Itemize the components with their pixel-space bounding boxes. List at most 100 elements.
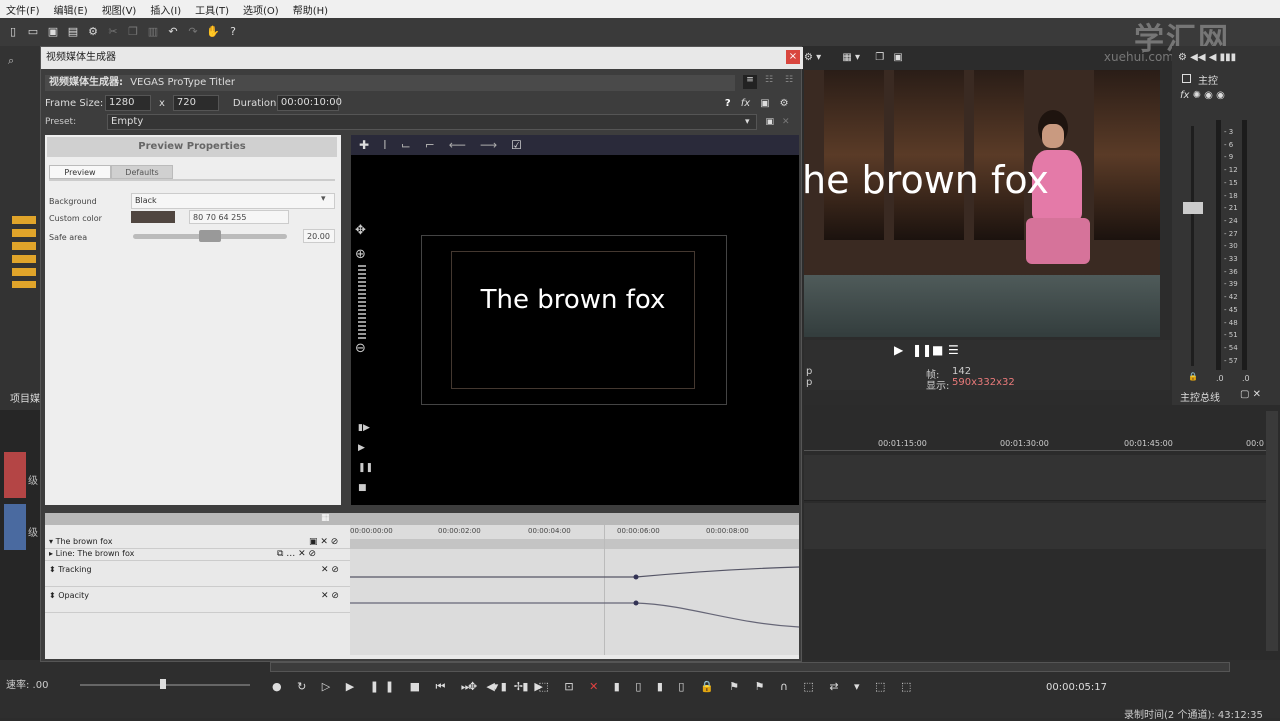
- zoom-out-icon[interactable]: ⊖: [355, 341, 366, 356]
- close-icon[interactable]: ×: [786, 50, 800, 64]
- generator-name: VEGAS ProType Titler: [130, 77, 236, 88]
- titler-toolbar: ✚ I ⌙ ⌐ ⟵ ⟶ ☑: [351, 135, 799, 155]
- menu-edit[interactable]: 编辑(E): [54, 2, 88, 17]
- fx-icon[interactable]: fx: [741, 98, 750, 109]
- frame-width-input[interactable]: 1280: [105, 95, 151, 111]
- gear-icon[interactable]: ⚙: [86, 25, 100, 39]
- preset-select[interactable]: Empty: [107, 114, 757, 130]
- menu-view[interactable]: 视图(V): [102, 2, 137, 17]
- play-icon[interactable]: ▶: [894, 343, 903, 357]
- align-left-icon[interactable]: ⌙: [401, 138, 411, 152]
- text-cursor-icon[interactable]: I: [383, 138, 387, 152]
- chevron-down-icon[interactable]: ▾: [745, 117, 750, 127]
- row-actions[interactable]: ▣ ✕ ⊘: [309, 537, 338, 547]
- row-actions[interactable]: ⧉ … ✕ ⊘: [277, 549, 316, 559]
- save-as-icon[interactable]: ▤: [66, 25, 80, 39]
- vertical-scrollbar[interactable]: [1266, 411, 1278, 651]
- tab-preview[interactable]: Preview: [49, 165, 111, 179]
- copy-icon[interactable]: ❐: [126, 25, 140, 39]
- preview-controls: ▶ ❚❚ ■ ☰ p p 帧: 142 显示: 590x332x32: [804, 340, 1170, 392]
- detail-view-icon[interactable]: ☷: [765, 75, 773, 85]
- arrow-right-icon[interactable]: ⟶: [480, 138, 497, 152]
- menu-help[interactable]: 帮助(H): [293, 2, 328, 17]
- safe-area-slider-handle[interactable]: [199, 230, 221, 242]
- help-icon[interactable]: ?: [725, 98, 731, 109]
- duration-input[interactable]: 00:00:10:00: [276, 95, 342, 111]
- meter-scale-label: - 33: [1224, 255, 1238, 264]
- add-icon[interactable]: ✚: [359, 138, 369, 152]
- meter-scale-label: - 21: [1224, 204, 1238, 213]
- master-checkbox-icon[interactable]: [1182, 74, 1191, 83]
- grid-icon[interactable]: ▦: [321, 513, 330, 523]
- open-folder-icon[interactable]: ▭: [26, 25, 40, 39]
- paste-icon[interactable]: ▥: [146, 25, 160, 39]
- close-icon[interactable]: ▢ ✕: [1240, 389, 1261, 400]
- meter-scale-label: - 18: [1224, 191, 1238, 200]
- video-preview-window[interactable]: he brown fox: [804, 70, 1160, 337]
- chevron-down-icon[interactable]: ▾: [321, 194, 326, 204]
- track-2-header[interactable]: [4, 504, 26, 550]
- new-file-icon[interactable]: ▯: [6, 25, 20, 39]
- zoom-slider[interactable]: [358, 265, 366, 339]
- keyframe-graph[interactable]: 00:00:00:00 00:00:02:00 00:00:04:00 00:0…: [350, 525, 799, 655]
- menu-icon[interactable]: ☰: [948, 343, 959, 357]
- pause-icon[interactable]: ❚❚: [358, 463, 373, 473]
- zoom-in-icon[interactable]: ⊕: [355, 247, 366, 262]
- copy-frame-icon[interactable]: ❐: [875, 52, 884, 63]
- cut-icon[interactable]: ✂: [106, 25, 120, 39]
- play-icon[interactable]: ▶: [358, 443, 365, 453]
- pause-icon[interactable]: ❚❚: [912, 343, 932, 357]
- title-text[interactable]: The brown fox: [451, 285, 695, 315]
- align-right-icon[interactable]: ⌐: [425, 138, 435, 152]
- render-icon[interactable]: ▣: [760, 98, 769, 109]
- play-from-start-icon[interactable]: ▮▶: [358, 423, 370, 433]
- arrow-left-icon[interactable]: ⟵: [449, 138, 466, 152]
- timeline-area[interactable]: 00:01:15:00 00:01:30:00 00:01:45:00 00:0: [804, 405, 1280, 660]
- row-actions[interactable]: ✕ ⊘: [321, 591, 339, 601]
- fx-icon[interactable]: fx ✺ ◉ ◉: [1180, 90, 1225, 101]
- checkbox-icon[interactable]: ☑: [511, 138, 522, 152]
- project-media-label[interactable]: 项目媒: [10, 390, 40, 405]
- custom-color-swatch[interactable]: [131, 211, 175, 223]
- save-icon[interactable]: ▣: [46, 25, 60, 39]
- menu-options[interactable]: 选项(O): [243, 2, 279, 17]
- stop-icon[interactable]: ■: [358, 483, 367, 493]
- volume-fader-handle[interactable]: [1183, 202, 1203, 214]
- project-media-pane: ⌕ 项目媒: [0, 46, 40, 412]
- horizontal-scrollbar[interactable]: [270, 662, 1230, 672]
- stop-icon[interactable]: ■: [932, 343, 943, 357]
- gear-icon[interactable]: ⚙: [780, 98, 789, 109]
- safe-area-label: Safe area: [49, 233, 88, 242]
- custom-color-input[interactable]: 80 70 64 255: [189, 210, 289, 224]
- master-bus-label[interactable]: 主控总线: [1180, 389, 1220, 404]
- redo-icon[interactable]: ↷: [186, 25, 200, 39]
- track-1-header[interactable]: [4, 452, 26, 498]
- plugin-icon[interactable]: ✋: [206, 25, 220, 39]
- menu-insert[interactable]: 插入(I): [150, 2, 181, 17]
- move-icon[interactable]: ✥: [355, 223, 366, 238]
- project-p2: p: [806, 377, 813, 388]
- row-actions[interactable]: ✕ ⊘: [321, 565, 339, 575]
- safe-area-input[interactable]: 20.00: [303, 229, 335, 243]
- save-frame-icon[interactable]: ▣: [893, 52, 902, 63]
- list-view-icon[interactable]: ≡: [743, 75, 757, 89]
- rate-slider-handle[interactable]: [160, 679, 166, 689]
- help-icon[interactable]: ?: [226, 25, 240, 39]
- grid-icon[interactable]: ▦ ▾: [842, 52, 860, 63]
- undo-icon[interactable]: ↶: [166, 25, 180, 39]
- menu-tools[interactable]: 工具(T): [195, 2, 229, 17]
- frame-height-input[interactable]: 720: [172, 95, 219, 111]
- grid-view-icon[interactable]: ☷: [785, 75, 793, 85]
- edit-tools[interactable]: ✥ ▾ ✢ ⬚ ⊡ ✕ ▮ ▯ ▮ ▯ 🔒 ⚑ ⚑ ∩ ⬚ ⇄ ▾ ⬚ ⬚: [468, 680, 917, 693]
- save-preset-icon[interactable]: ▣: [766, 117, 775, 127]
- search-icon[interactable]: ⌕: [8, 54, 14, 68]
- delete-preset-icon[interactable]: ✕: [782, 117, 790, 127]
- properties-header: Preview Properties: [47, 137, 337, 157]
- tab-defaults[interactable]: Defaults: [111, 165, 173, 179]
- meter-scale-label: - 24: [1224, 216, 1238, 225]
- preview-settings-icon[interactable]: ⚙ ▾: [804, 52, 821, 63]
- lock-icon[interactable]: 🔒: [1188, 372, 1198, 381]
- background-select[interactable]: Black: [131, 193, 335, 209]
- menu-file[interactable]: 文件(F): [6, 2, 40, 17]
- titler-preview[interactable]: ✚ I ⌙ ⌐ ⟵ ⟶ ☑ ✥ ⊕ ⊖ ▮▶ ▶ ❚❚ ■ The brown …: [351, 135, 799, 505]
